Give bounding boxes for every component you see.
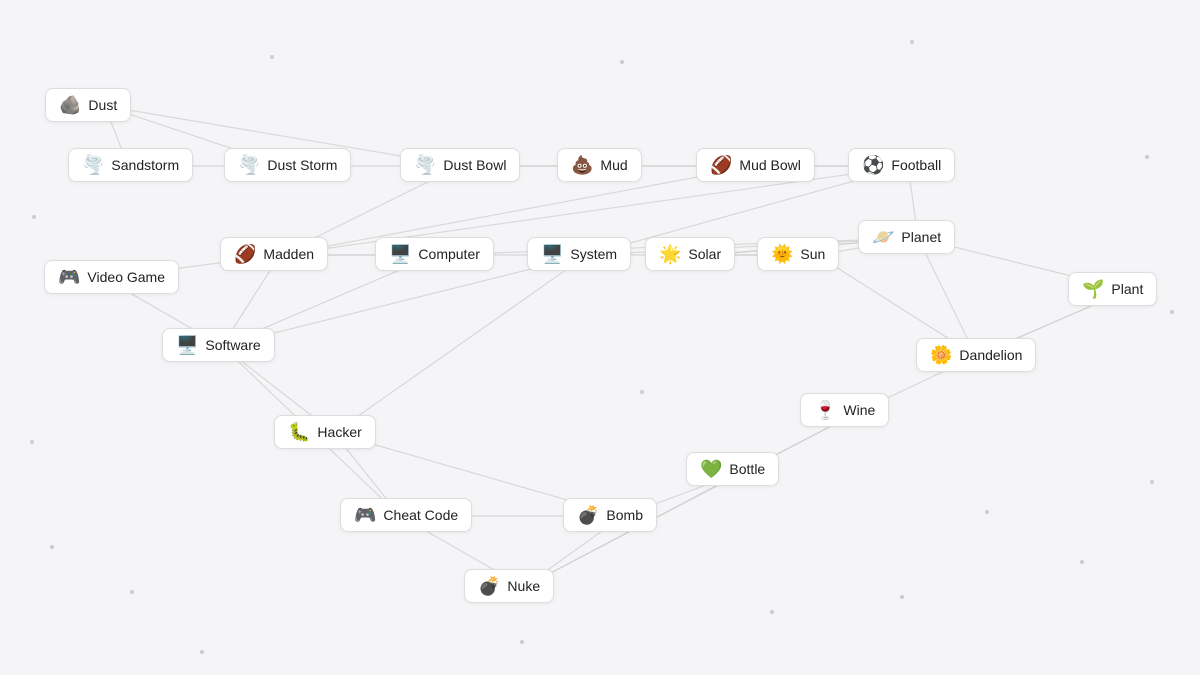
node-emoji-dust: 🪨	[59, 96, 81, 114]
node-label-wine: Wine	[843, 402, 875, 418]
decoration-dot-1	[620, 60, 624, 64]
node-label-solar: Solar	[688, 246, 721, 262]
node-hacker[interactable]: 🐛 Hacker	[274, 415, 376, 449]
node-emoji-bottle: 💚	[700, 460, 722, 478]
node-emoji-cheatcode: 🎮	[354, 506, 376, 524]
decoration-dot-14	[1150, 480, 1154, 484]
node-label-nuke: Nuke	[507, 578, 540, 594]
node-label-videogame: Video Game	[87, 269, 165, 285]
node-label-sun: Sun	[800, 246, 825, 262]
node-label-bottle: Bottle	[729, 461, 765, 477]
decoration-dot-4	[1170, 310, 1174, 314]
node-football[interactable]: ⚽ Football	[848, 148, 955, 182]
node-emoji-wine: 🍷	[814, 401, 836, 419]
node-software[interactable]: 🖥️ Software	[162, 328, 275, 362]
decoration-dot-13	[1080, 560, 1084, 564]
decoration-dot-11	[770, 610, 774, 614]
node-computer[interactable]: 🖥️ Computer	[375, 237, 494, 271]
decoration-dot-8	[130, 590, 134, 594]
node-emoji-software: 🖥️	[176, 336, 198, 354]
node-emoji-nuke: 💣	[478, 577, 500, 595]
node-plant[interactable]: 🌱 Plant	[1068, 272, 1157, 306]
node-dustbowl[interactable]: 🌪️ Dust Bowl	[400, 148, 520, 182]
node-sandstorm[interactable]: 🌪️ Sandstorm	[68, 148, 193, 182]
node-mudbowl[interactable]: 🏈 Mud Bowl	[696, 148, 815, 182]
decoration-dot-15	[640, 390, 644, 394]
node-label-plant: Plant	[1111, 281, 1143, 297]
node-bottle[interactable]: 💚 Bottle	[686, 452, 779, 486]
node-emoji-mud: 💩	[571, 156, 593, 174]
node-dandelion[interactable]: 🌼 Dandelion	[916, 338, 1036, 372]
node-label-mudbowl: Mud Bowl	[739, 157, 800, 173]
decoration-dot-6	[30, 440, 34, 444]
node-dust[interactable]: 🪨 Dust	[45, 88, 131, 122]
node-emoji-duststorm: 🌪️	[238, 156, 260, 174]
node-videogame[interactable]: 🎮 Video Game	[44, 260, 179, 294]
node-label-dustbowl: Dust Bowl	[443, 157, 506, 173]
node-label-hacker: Hacker	[317, 424, 361, 440]
node-label-cheatcode: Cheat Code	[383, 507, 458, 523]
decoration-dot-12	[985, 510, 989, 514]
node-bomb[interactable]: 💣 Bomb	[563, 498, 657, 532]
decoration-dot-10	[520, 640, 524, 644]
node-emoji-sandstorm: 🌪️	[82, 156, 104, 174]
decoration-dot-2	[910, 40, 914, 44]
node-emoji-football: ⚽	[862, 156, 884, 174]
node-emoji-videogame: 🎮	[58, 268, 80, 286]
decoration-dot-5	[32, 215, 36, 219]
decoration-dot-3	[1145, 155, 1149, 159]
node-emoji-solar: 🌟	[659, 245, 681, 263]
node-emoji-bomb: 💣	[577, 506, 599, 524]
node-emoji-system: 🖥️	[541, 245, 563, 263]
node-emoji-planet: 🪐	[872, 228, 894, 246]
decoration-dot-0	[270, 55, 274, 59]
node-madden[interactable]: 🏈 Madden	[220, 237, 328, 271]
node-emoji-mudbowl: 🏈	[710, 156, 732, 174]
node-nuke[interactable]: 💣 Nuke	[464, 569, 554, 603]
node-emoji-plant: 🌱	[1082, 280, 1104, 298]
node-label-software: Software	[205, 337, 260, 353]
node-solar[interactable]: 🌟 Solar	[645, 237, 735, 271]
decoration-dot-16	[900, 595, 904, 599]
node-mud[interactable]: 💩 Mud	[557, 148, 642, 182]
node-label-dust: Dust	[88, 97, 117, 113]
node-label-computer: Computer	[418, 246, 479, 262]
node-wine[interactable]: 🍷 Wine	[800, 393, 889, 427]
node-label-football: Football	[891, 157, 941, 173]
decoration-dot-7	[50, 545, 54, 549]
node-label-planet: Planet	[901, 229, 941, 245]
node-emoji-sun: 🌞	[771, 245, 793, 263]
node-planet[interactable]: 🪐 Planet	[858, 220, 955, 254]
node-emoji-dustbowl: 🌪️	[414, 156, 436, 174]
node-emoji-computer: 🖥️	[389, 245, 411, 263]
node-emoji-hacker: 🐛	[288, 423, 310, 441]
node-system[interactable]: 🖥️ System	[527, 237, 631, 271]
node-label-dandelion: Dandelion	[959, 347, 1022, 363]
node-cheatcode[interactable]: 🎮 Cheat Code	[340, 498, 472, 532]
node-duststorm[interactable]: 🌪️ Dust Storm	[224, 148, 351, 182]
node-sun[interactable]: 🌞 Sun	[757, 237, 839, 271]
node-label-mud: Mud	[600, 157, 627, 173]
node-label-duststorm: Dust Storm	[267, 157, 337, 173]
node-label-bomb: Bomb	[606, 507, 643, 523]
node-emoji-madden: 🏈	[234, 245, 256, 263]
node-label-system: System	[570, 246, 617, 262]
node-label-madden: Madden	[263, 246, 314, 262]
decoration-dot-9	[200, 650, 204, 654]
node-label-sandstorm: Sandstorm	[111, 157, 179, 173]
node-emoji-dandelion: 🌼	[930, 346, 952, 364]
